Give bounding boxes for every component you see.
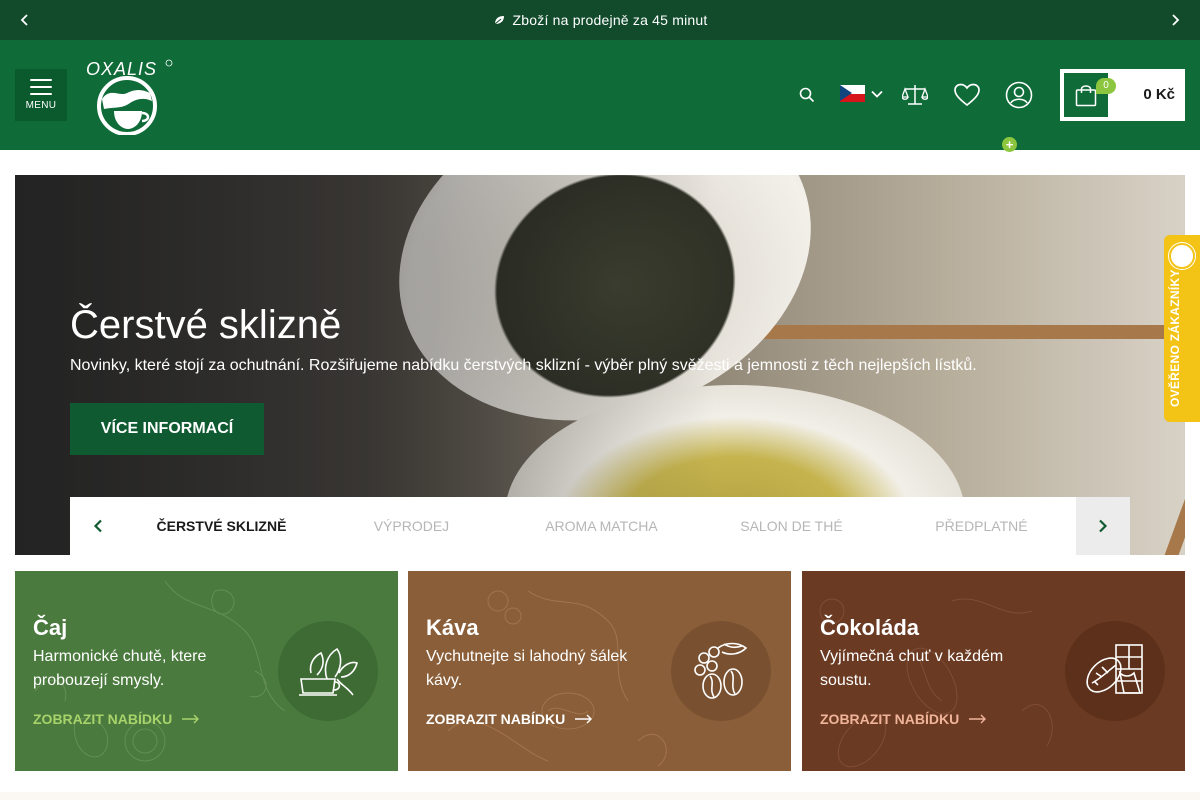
show-offer-link[interactable]: ZOBRAZIT NABÍDKU [33,711,200,727]
search-button[interactable] [792,80,822,110]
category-card-coffee[interactable]: Káva Vychutnejte si lahodný šálek kávy. … [408,571,791,771]
tea-icon-circle [278,621,378,721]
category-title: Káva [426,615,479,640]
logo[interactable]: OXALIS [80,57,175,136]
account-button[interactable] [1004,80,1034,110]
announcement-prev-button[interactable] [15,10,35,30]
hero-title: Čerstvé sklizně [70,303,342,347]
hero-banner: Čerstvé sklizně Novinky, které stojí za … [15,175,1185,555]
category-description: Harmonické chutě, ktere probouzejí smysl… [33,648,207,689]
coffee-bean-icon [694,642,748,699]
slider-tab-aroma-matcha[interactable]: AROMA MATCHA [506,518,696,534]
category-card-tea[interactable]: Čaj Harmonické chutě, ktere probouzejí s… [15,571,398,771]
chocolate-icon-circle [1065,621,1165,721]
category-title: Čaj [33,615,68,640]
chevron-down-icon [871,90,883,98]
cart-button[interactable]: 0 0 Kč [1060,69,1185,121]
scales-icon [902,85,928,105]
show-offer-link[interactable]: ZOBRAZIT NABÍDKU [426,711,593,727]
coffee-icon-circle [671,621,771,721]
user-icon [1005,81,1033,109]
menu-button[interactable]: MENU [15,69,67,121]
slider-tab-cerstve-sklizne[interactable]: ČERSTVÉ SKLIZNĚ [126,518,316,534]
menu-label: MENU [25,100,57,111]
hero-slider-nav: ČERSTVÉ SKLIZNĚ VÝPRODEJ AROMA MATCHA SA… [70,497,1130,555]
cz-flag-icon [840,85,865,102]
wishlist-button[interactable] [952,80,982,110]
show-offer-label: ZOBRAZIT NABÍDKU [33,711,173,727]
logo-text: OXALIS [86,59,157,79]
slider-tab-predplatne[interactable]: PŘEDPLATNÉ [886,518,1076,534]
category-description: Vychutnejte si lahodný šálek kávy. [426,648,628,689]
search-icon [799,87,815,103]
chevron-left-icon [20,14,28,26]
compare-button[interactable] [900,80,930,110]
cart-count-badge: 0 [1096,78,1116,94]
announcement-text: Zboží na prodejně za 45 minut [512,12,708,28]
oxalis-logo-graphic: OXALIS [86,59,173,136]
category-description: Vyjímečná chuť v každém soustu. [820,648,1004,689]
slider-next-button[interactable] [1076,497,1130,555]
site-header: MENU OXALIS + 0 0 Kč [0,40,1200,152]
slider-tab-vyprodej[interactable]: VÝPRODEJ [316,518,506,534]
verified-label: OVĚŘENO ZÁKAZNÍKY [1168,269,1182,407]
plus-badge-icon: + [1002,137,1017,152]
announcement-message: Zboží na prodejně za 45 minut [493,12,708,28]
leaf-icon [494,16,504,25]
slider-tabs: ČERSTVÉ SKLIZNĚ VÝPRODEJ AROMA MATCHA SA… [126,497,1076,555]
slider-tab-salon-de-the[interactable]: SALON DE THÉ [696,518,886,534]
chevron-left-icon [94,519,102,533]
more-info-button[interactable]: VÍCE INFORMACÍ [70,403,264,455]
slider-prev-button[interactable] [70,497,126,555]
announcement-bar: Zboží na prodejně za 45 minut [0,0,1200,40]
chevron-right-icon [1172,14,1180,26]
show-offer-label: ZOBRAZIT NABÍDKU [426,711,566,727]
arrow-right-icon [182,714,200,724]
arrow-right-icon [969,714,987,724]
verified-by-customers-badge[interactable]: OVĚŘENO ZÁKAZNÍKY [1164,235,1200,422]
heart-icon [954,83,980,107]
announcement-next-button[interactable] [1165,10,1185,30]
show-offer-label: ZOBRAZIT NABÍDKU [820,711,960,727]
cart-total: 0 Kč [1143,86,1175,103]
category-title: Čokoláda [820,615,920,640]
arrow-right-icon [575,714,593,724]
chocolate-icon [1086,644,1143,694]
language-selector[interactable] [840,85,883,102]
hero-subtitle: Novinky, které stojí za ochutnání. Rozši… [70,357,977,374]
shopping-bag-icon [1075,85,1097,107]
show-offer-link[interactable]: ZOBRAZIT NABÍDKU [820,711,987,727]
chevron-right-icon [1099,519,1108,533]
category-card-chocolate[interactable]: Čokoláda Vyjímečná chuť v každém soustu.… [802,571,1185,771]
hamburger-icon [30,79,52,95]
tea-cup-icon [299,647,358,696]
